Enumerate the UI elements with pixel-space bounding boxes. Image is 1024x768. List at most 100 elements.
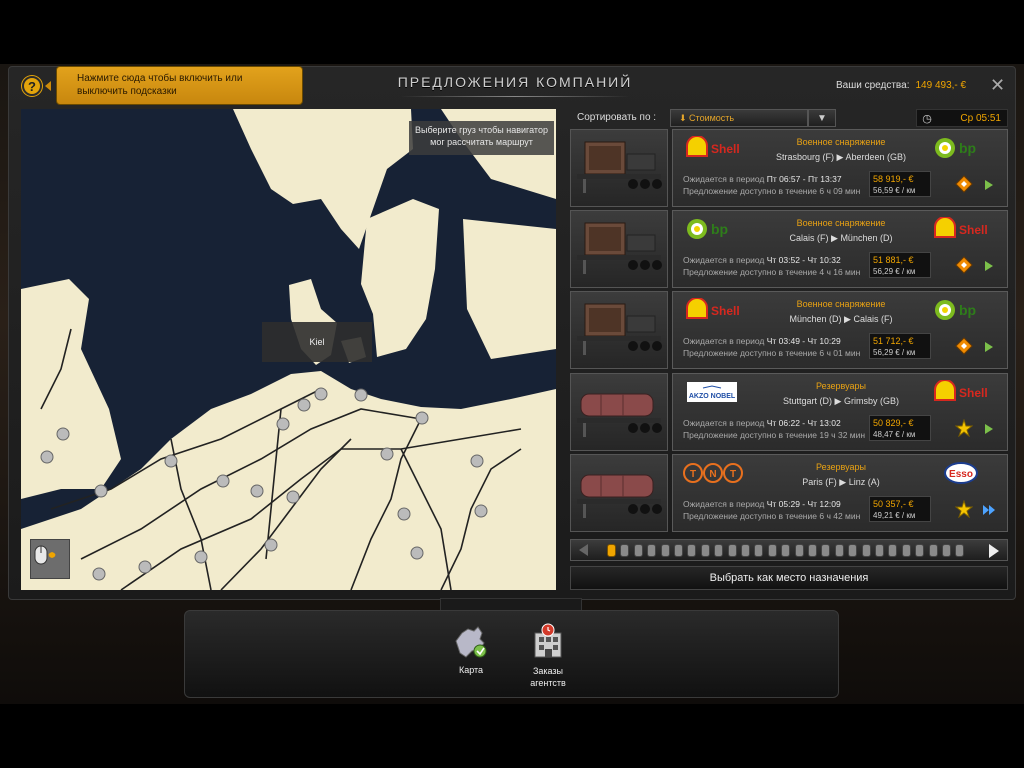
hint-tooltip[interactable]: Нажмите сюда чтобы включить или выключит… <box>56 66 303 105</box>
destination-company-logo: Shell <box>931 216 1001 241</box>
page-dot[interactable] <box>607 544 616 557</box>
page-dot[interactable] <box>781 544 791 557</box>
hazard-diamond-icon[interactable] <box>955 337 973 355</box>
page-dot[interactable] <box>915 544 925 557</box>
page-dot[interactable] <box>808 544 817 557</box>
page-dot[interactable] <box>821 544 831 557</box>
cargo-name: Военное снаряжение <box>796 218 886 228</box>
page-dot[interactable] <box>620 544 630 557</box>
funds-value: 149 493,- € <box>915 80 967 91</box>
close-button[interactable]: ✕ <box>990 76 1005 94</box>
period-value: Пт 06:57 - Пт 13:37 <box>766 174 842 184</box>
fast-forward-icon[interactable] <box>983 503 995 515</box>
available-label: Предложение доступно в течение <box>683 348 817 358</box>
page-next-icon[interactable] <box>989 544 999 558</box>
offer-card[interactable]: Shell Военное снаряжение München (D) ▶ Cal… <box>672 291 1008 369</box>
period-label: Ожидается в период <box>683 499 765 509</box>
svg-text:bp: bp <box>959 302 976 318</box>
source-company-logo: TNT <box>683 461 747 485</box>
offers-pager <box>570 539 1008 561</box>
available-label: Предложение доступно в течение <box>683 267 817 277</box>
select-destination-button[interactable]: Выбрать как место назначения <box>570 566 1008 590</box>
play-arrow-icon[interactable] <box>983 178 995 190</box>
funds-label: Ваши средства: <box>836 80 910 91</box>
svg-text:Esso: Esso <box>949 469 973 480</box>
sort-value: Стоимость <box>689 113 735 123</box>
route-map[interactable]: Выберите груз чтобы навигатор мог рассчи… <box>21 109 556 590</box>
hazard-diamond-icon[interactable] <box>955 256 973 274</box>
page-dot[interactable] <box>794 544 804 557</box>
page-dot[interactable] <box>955 544 965 557</box>
offer-row[interactable]: Shell Военное снаряжение München (D) ▶ Cal… <box>570 291 1008 369</box>
map-dock-button[interactable]: Карта <box>443 623 499 675</box>
help-button[interactable]: ? <box>22 76 42 96</box>
play-arrow-icon[interactable] <box>983 259 995 271</box>
map-dock-label: Карта <box>458 665 484 675</box>
destination-company-logo: Esso <box>931 461 1001 485</box>
page-dot[interactable] <box>633 544 643 557</box>
page-dot[interactable] <box>848 544 858 557</box>
chevron-down-icon[interactable]: ▼ <box>808 109 836 127</box>
period-info: Ожидается в период Чт 05:29 - Чт 12:09 <box>683 499 841 509</box>
period-info: Ожидается в период Чт 06:22 - Чт 13:02 <box>683 418 841 428</box>
offer-row[interactable]: T N T Резервуары Paris (F) ▶ Linz (A) Esso Ожи… <box>570 454 1008 532</box>
svg-text:Shell: Shell <box>711 142 740 156</box>
clock-time: Ср 05:51 <box>960 112 1001 124</box>
clock-icon: ◷ <box>922 112 932 125</box>
agency-dock-button[interactable]: Заказы агентств <box>519 623 577 689</box>
page-dot[interactable] <box>928 544 938 557</box>
svg-text:AKZO NOBEL: AKZO NOBEL <box>689 393 736 400</box>
mouse-drag-icon[interactable] <box>30 539 70 579</box>
play-arrow-icon[interactable] <box>983 422 995 434</box>
offer-row[interactable]: AKZO NOBEL Резервуары Stuttgart (D) ▶ Grim… <box>570 373 1008 451</box>
page-dot[interactable] <box>647 544 657 557</box>
page-dot[interactable] <box>888 544 898 557</box>
offer-card[interactable]: AKZO NOBEL Резервуары Stuttgart (D) ▶ Grim… <box>672 373 1008 451</box>
offer-card[interactable]: Shell Военное снаряжение Strasbourg (F) ▶ … <box>672 129 1008 207</box>
page-dot[interactable] <box>875 544 884 557</box>
play-arrow-icon[interactable] <box>983 340 995 352</box>
offer-price: 51 881,- € <box>873 255 914 265</box>
route-text: Paris (F) ▶ Linz (A) <box>802 477 880 487</box>
page-dot[interactable] <box>901 544 911 557</box>
offer-card[interactable]: T N T Резервуары Paris (F) ▶ Linz (A) Esso Ожи… <box>672 454 1008 532</box>
period-label: Ожидается в период <box>683 255 765 265</box>
page-dot[interactable] <box>700 544 710 557</box>
page-prev-icon[interactable] <box>579 544 588 556</box>
hazard-diamond-icon[interactable] <box>955 175 973 193</box>
availability-info: Предложение доступно в течение 4 ч 16 ми… <box>683 267 860 277</box>
price-box: 50 357,- € 49,21 € / км <box>869 496 931 522</box>
destination-company-logo: Shell <box>931 379 1001 404</box>
offer-card[interactable]: bp Военное снаряжение Calais (F) ▶ München… <box>672 210 1008 288</box>
star-icon[interactable] <box>954 499 974 519</box>
page-dot[interactable] <box>942 544 951 557</box>
page-dot[interactable] <box>687 544 697 557</box>
available-value: 4 ч 16 мин <box>819 267 861 277</box>
page-dot[interactable] <box>741 544 750 557</box>
price-box: 51 712,- € 56,29 € / км <box>869 333 931 359</box>
offer-price: 58 919,- € <box>873 174 914 184</box>
star-icon[interactable] <box>954 418 974 438</box>
period-value: Чт 03:49 - Чт 10:29 <box>766 336 841 346</box>
period-label: Ожидается в период <box>683 418 765 428</box>
sort-select[interactable]: ⬇ Стоимость <box>670 109 808 127</box>
page-dot[interactable] <box>714 544 724 557</box>
available-value: 6 ч 42 мин <box>819 511 861 521</box>
page-dot[interactable] <box>660 544 670 557</box>
available-label: Предложение доступно в течение <box>683 430 817 440</box>
page-dot[interactable] <box>861 544 871 557</box>
page-dot[interactable] <box>674 544 683 557</box>
page-dot[interactable] <box>834 544 844 557</box>
destination-company-logo: bp <box>931 136 1001 160</box>
period-value: Чт 03:52 - Чт 10:32 <box>766 255 841 265</box>
page-dot[interactable] <box>727 544 737 557</box>
svg-text:Shell: Shell <box>959 223 988 237</box>
page-dot[interactable] <box>767 544 777 557</box>
period-value: Чт 06:22 - Чт 13:02 <box>766 418 841 428</box>
offer-row[interactable]: bp Военное снаряжение Calais (F) ▶ München… <box>570 210 1008 288</box>
page-dot[interactable] <box>754 544 764 557</box>
source-company-logo: AKZO NOBEL <box>683 380 747 404</box>
destination-company-logo: bp <box>931 298 1001 322</box>
offer-row[interactable]: Shell Военное снаряжение Strasbourg (F) ▶ … <box>570 129 1008 207</box>
trailer-thumbnail <box>570 210 668 288</box>
